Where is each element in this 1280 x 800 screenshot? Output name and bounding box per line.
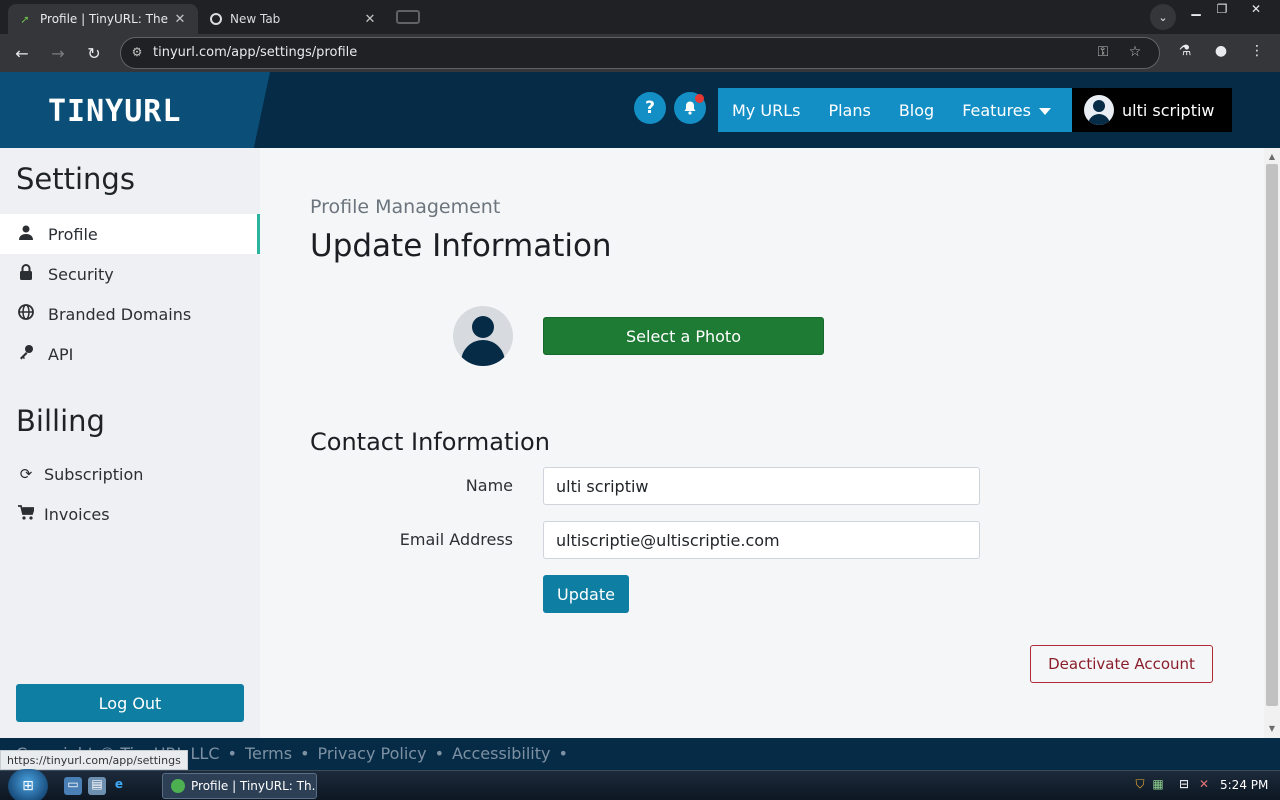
start-button[interactable]: ⊞ — [8, 769, 48, 800]
tab-title: Profile | TinyURL: The O — [40, 12, 172, 26]
cart-icon — [16, 504, 36, 524]
notifications-button[interactable] — [674, 92, 706, 124]
chrome-icon — [210, 13, 222, 25]
user-avatar-icon — [1084, 95, 1114, 125]
browser-tab-strip: ➚ Profile | TinyURL: The O ✕ New Tab ✕ ⌄… — [0, 0, 1280, 34]
minimize-icon[interactable]: ▁ — [1184, 2, 1208, 18]
caret-down-icon — [1038, 107, 1051, 115]
nav-blog[interactable]: Blog — [899, 101, 934, 120]
site-header: TINYURL ? My URLs Plans Blog Features ul… — [0, 72, 1280, 148]
settings-heading: Settings — [16, 162, 135, 196]
sidebar-item-branded-domains[interactable]: Branded Domains — [0, 294, 260, 334]
section-subheading: Profile Management — [310, 196, 501, 218]
sidebar-item-label: Profile — [48, 224, 98, 244]
notification-dot — [695, 94, 704, 103]
sidebar-item-subscription[interactable]: ⟳ Subscription — [0, 454, 260, 494]
bell-icon — [684, 101, 696, 115]
footer-link-terms[interactable]: Terms — [245, 744, 292, 763]
email-label: Email Address — [399, 530, 513, 549]
user-icon — [16, 225, 36, 244]
windows-logo-icon: ⊞ — [22, 778, 34, 794]
tinyurl-favicon-icon: ➚ — [20, 12, 30, 26]
nav-features-label: Features — [962, 100, 1031, 120]
user-name: ulti scriptiw — [1122, 100, 1215, 120]
sidebar-item-label: Invoices — [44, 504, 110, 524]
sidebar-item-api[interactable]: API — [0, 334, 260, 374]
nav-plans[interactable]: Plans — [828, 101, 870, 120]
name-label: Name — [465, 476, 513, 495]
browser-toolbar: ← → ↻ ⚙ tinyurl.com/app/settings/profile… — [0, 34, 1280, 72]
address-url[interactable]: tinyurl.com/app/settings/profile — [153, 45, 357, 60]
scroll-up-arrow-icon[interactable]: ▲ — [1266, 152, 1278, 164]
taskbar-item-browser[interactable]: Profile | TinyURL: Th... — [162, 773, 317, 799]
labs-flask-icon[interactable]: ⚗ — [1174, 43, 1196, 63]
windows-taskbar: ⊞ ▭ ▤ e Profile | TinyURL: Th... ⛉ ▦ ⊟ ✕… — [0, 769, 1280, 800]
tinyurl-logo[interactable]: TINYURL — [48, 94, 181, 129]
sidebar-item-label: Branded Domains — [48, 304, 192, 324]
name-input[interactable] — [543, 467, 980, 505]
footer-link-accessibility[interactable]: Accessibility — [452, 744, 550, 763]
email-input[interactable] — [543, 521, 980, 559]
profile-icon[interactable]: ● — [1210, 43, 1232, 63]
update-button[interactable]: Update — [543, 575, 629, 613]
star-icon[interactable]: ☆ — [1125, 44, 1145, 64]
site-info-icon[interactable]: ⚙ — [129, 45, 145, 61]
select-photo-button[interactable]: Select a Photo — [543, 317, 824, 355]
key-icon — [16, 344, 36, 364]
updates-icon[interactable]: ▦ — [1150, 777, 1166, 793]
footer-link-privacy[interactable]: Privacy Policy — [318, 744, 427, 763]
explorer-icon[interactable]: ▤ — [88, 777, 106, 795]
scrollbar-thumb[interactable] — [1266, 164, 1278, 706]
status-bar-url: https://tinyurl.com/app/settings — [0, 750, 188, 770]
close-tab-icon[interactable]: ✕ — [172, 12, 188, 27]
new-tab-button[interactable] — [396, 10, 420, 24]
contact-information-heading: Contact Information — [310, 428, 550, 456]
network-icon[interactable]: ⊟ — [1176, 777, 1192, 793]
sidebar-item-invoices[interactable]: Invoices — [0, 494, 260, 534]
billing-heading: Billing — [16, 404, 105, 438]
menu-kebab-icon[interactable]: ⋮ — [1246, 43, 1268, 63]
restore-icon[interactable]: ❐ — [1210, 2, 1234, 18]
scroll-down-arrow-icon[interactable]: ▼ — [1266, 724, 1278, 736]
sidebar-item-label: API — [48, 344, 74, 364]
profile-main: Profile Management Update Information Se… — [260, 148, 1264, 738]
internet-explorer-icon[interactable]: e — [110, 777, 128, 795]
chrome-icon — [171, 779, 185, 793]
nav-my-urls[interactable]: My URLs — [732, 101, 800, 120]
sidebar-item-label: Security — [48, 264, 114, 284]
globe-icon — [16, 304, 36, 324]
page-title: Update Information — [310, 228, 612, 264]
sidebar-item-label: Subscription — [44, 464, 144, 484]
site-footer: Copyright © TinyURL LLC•Terms•Privacy Po… — [0, 738, 1280, 770]
lock-icon — [16, 264, 36, 284]
main-nav: My URLs Plans Blog Features — [718, 88, 1072, 132]
forward-arrow-icon[interactable]: → — [46, 41, 70, 65]
back-arrow-icon[interactable]: ← — [10, 41, 34, 65]
volume-muted-icon[interactable]: ✕ — [1196, 777, 1212, 793]
sidebar-item-profile[interactable]: Profile — [0, 214, 260, 254]
help-icon: ? — [645, 98, 655, 118]
nav-features[interactable]: Features — [962, 101, 1051, 120]
close-window-icon[interactable]: ✕ — [1244, 2, 1268, 18]
tab-title: New Tab — [230, 12, 281, 26]
show-desktop-icon[interactable]: ▭ — [64, 777, 82, 795]
refresh-icon: ⟳ — [19, 465, 33, 483]
settings-sidebar: Settings Profile Security Branded Domain… — [0, 148, 260, 738]
reload-icon[interactable]: ↻ — [82, 41, 106, 65]
tab-search-chevron-icon[interactable]: ⌄ — [1150, 4, 1176, 30]
taskbar-item-title: Profile | TinyURL: Th... — [191, 779, 317, 793]
sidebar-item-security[interactable]: Security — [0, 254, 260, 294]
profile-avatar-icon — [453, 306, 513, 366]
shield-icon[interactable]: ⛉ — [1132, 777, 1148, 793]
taskbar-clock[interactable]: 5:24 PM — [1220, 778, 1268, 792]
address-bar[interactable]: ⚙ tinyurl.com/app/settings/profile ⚿ ☆ — [120, 37, 1160, 69]
logout-button[interactable]: Log Out — [16, 684, 244, 722]
close-tab-icon[interactable]: ✕ — [362, 12, 378, 27]
help-button[interactable]: ? — [634, 92, 666, 124]
browser-tab-profile[interactable]: ➚ Profile | TinyURL: The O ✕ — [8, 4, 198, 34]
browser-tab-new-tab[interactable]: New Tab ✕ — [200, 4, 388, 34]
user-menu[interactable]: ulti scriptiw — [1072, 88, 1232, 132]
deactivate-account-button[interactable]: Deactivate Account — [1030, 645, 1213, 683]
key-icon[interactable]: ⚿ — [1093, 44, 1113, 64]
